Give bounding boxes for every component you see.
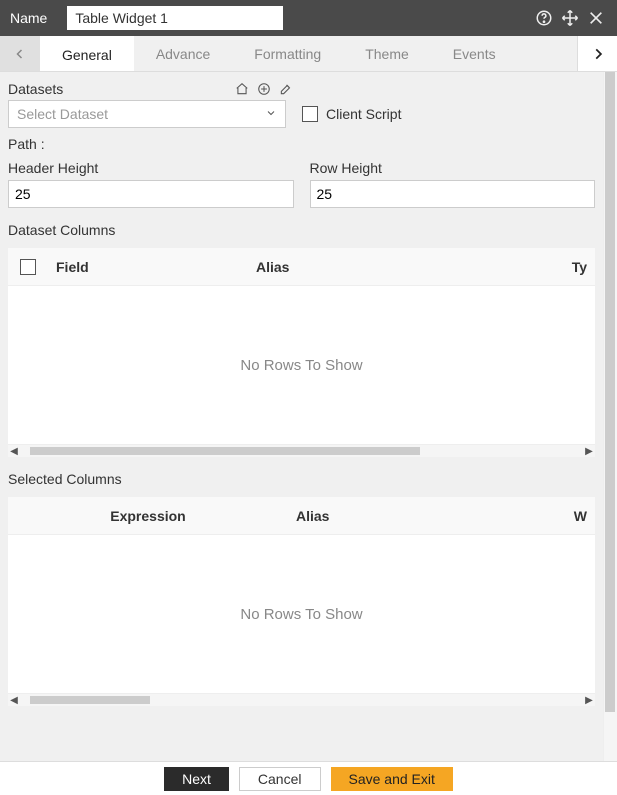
tabs-prev[interactable] — [0, 36, 40, 71]
tabs-next[interactable] — [577, 36, 617, 71]
tab-general[interactable]: General — [40, 36, 134, 71]
edit-icon[interactable] — [277, 80, 295, 98]
title-bar: Name — [0, 0, 617, 36]
help-icon[interactable] — [533, 7, 555, 29]
save-and-exit-button[interactable]: Save and Exit — [331, 767, 453, 791]
grid-empty: No Rows To Show — [8, 286, 595, 444]
close-icon[interactable] — [585, 7, 607, 29]
dataset-columns-label: Dataset Columns — [8, 222, 595, 238]
tab-advance[interactable]: Advance — [134, 36, 232, 71]
row-height-input[interactable] — [310, 180, 596, 208]
tab-label: Advance — [156, 46, 210, 62]
dataset-select-placeholder: Select Dataset — [17, 106, 108, 122]
scroll-left-icon[interactable]: ◀ — [8, 695, 20, 706]
grid-empty: No Rows To Show — [8, 535, 595, 693]
col-w[interactable]: W — [508, 508, 595, 524]
vertical-scrollbar[interactable]: ▼ — [603, 72, 617, 795]
header-height-input[interactable] — [8, 180, 294, 208]
selected-columns-grid: Expression Alias W No Rows To Show — [8, 497, 595, 694]
scroll-left-icon[interactable]: ◀ — [8, 446, 20, 457]
tab-label: General — [62, 47, 112, 63]
tab-label: Theme — [365, 46, 409, 62]
path-label: Path : — [8, 136, 45, 152]
scroll-thumb[interactable] — [605, 72, 615, 712]
scroll-right-icon[interactable]: ▶ — [583, 695, 595, 706]
dataset-select[interactable]: Select Dataset — [8, 100, 286, 128]
client-script-label: Client Script — [326, 106, 401, 122]
scroll-right-icon[interactable]: ▶ — [583, 446, 595, 457]
name-input[interactable] — [67, 6, 283, 30]
next-button[interactable]: Next — [164, 767, 229, 791]
tab-label: Formatting — [254, 46, 321, 62]
tab-theme[interactable]: Theme — [343, 36, 431, 71]
col-field[interactable]: Field — [48, 259, 248, 275]
datasets-label: Datasets — [8, 81, 63, 97]
tab-formatting[interactable]: Formatting — [232, 36, 343, 71]
col-expression[interactable]: Expression — [8, 508, 288, 524]
grid-hscroll-2[interactable]: ◀ ▶ — [8, 694, 595, 706]
col-alias[interactable]: Alias — [288, 508, 508, 524]
header-height-label: Header Height — [8, 160, 294, 176]
grid-header: Field Alias Ty — [8, 248, 595, 286]
scroll-thumb[interactable] — [30, 696, 150, 704]
client-script-checkbox[interactable] — [302, 106, 318, 122]
tabs-row: General Advance Formatting Theme Events — [0, 36, 617, 72]
grid-header: Expression Alias W — [8, 497, 595, 535]
grid-hscroll[interactable]: ◀ ▶ — [8, 445, 595, 457]
home-icon[interactable] — [233, 80, 251, 98]
selected-columns-label: Selected Columns — [8, 471, 595, 487]
col-type[interactable]: Ty — [508, 259, 595, 275]
content-panel: Datasets Select Dataset — [0, 72, 603, 795]
select-all-checkbox[interactable] — [20, 259, 36, 275]
chevron-down-icon — [265, 106, 277, 122]
move-icon[interactable] — [559, 7, 581, 29]
name-label: Name — [10, 10, 47, 26]
add-icon[interactable] — [255, 80, 273, 98]
cancel-button[interactable]: Cancel — [239, 767, 321, 791]
tab-events[interactable]: Events — [431, 36, 518, 71]
dataset-columns-grid: Field Alias Ty No Rows To Show — [8, 248, 595, 445]
col-alias[interactable]: Alias — [248, 259, 508, 275]
row-height-label: Row Height — [310, 160, 596, 176]
tab-label: Events — [453, 46, 496, 62]
scroll-thumb[interactable] — [30, 447, 420, 455]
footer: Next Cancel Save and Exit — [0, 761, 617, 795]
